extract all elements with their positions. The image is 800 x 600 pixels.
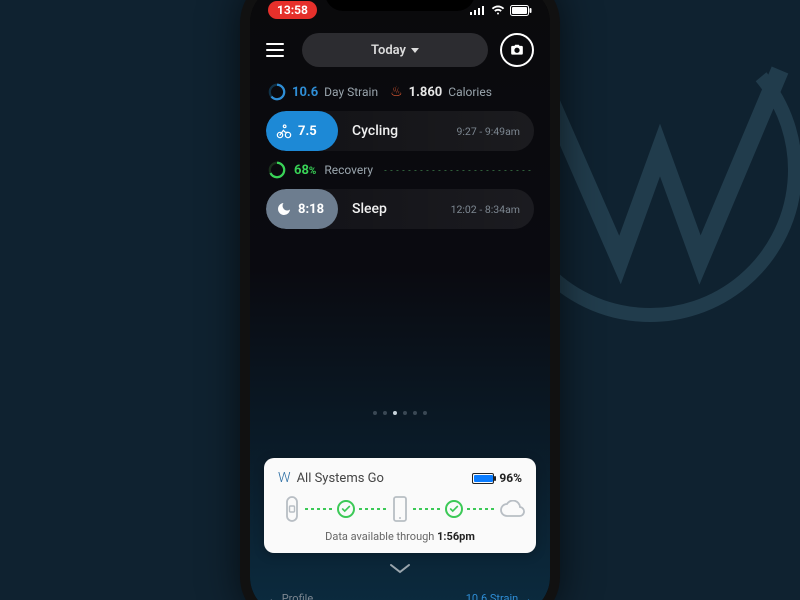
chevron-down-icon	[389, 563, 411, 575]
strain-ring-icon	[268, 83, 286, 101]
strain-value: 10.6	[292, 85, 318, 100]
recovery-divider	[381, 170, 534, 171]
battery-icon	[510, 5, 532, 16]
menu-button[interactable]	[266, 38, 290, 62]
activity-card-cycling[interactable]: 7.5 Cycling 9:27 - 9:49am	[266, 111, 534, 151]
activity-time: 9:27 - 9:49am	[456, 125, 520, 138]
hamburger-icon	[266, 43, 284, 45]
recovery-label: Recovery	[324, 163, 373, 177]
brand-mark-small: W	[278, 470, 289, 486]
page-indicator	[373, 411, 427, 415]
strain-label: Day Strain	[324, 85, 378, 99]
camera-button[interactable]	[500, 33, 534, 67]
chevron-down-icon	[411, 48, 419, 53]
bottom-nav: ← Profile 10.6 Strain →	[250, 592, 550, 600]
strain-metric[interactable]: 10.6 Day Strain	[268, 83, 378, 101]
calories-value: 1.860	[409, 85, 443, 100]
sleep-badge: 8:18	[266, 189, 338, 229]
status-icons	[470, 5, 532, 16]
activity-score: 7.5	[298, 124, 317, 139]
phone-device-icon	[391, 496, 409, 522]
collapse-button[interactable]	[389, 563, 411, 575]
device-frame: 13:58 Today	[240, 0, 560, 600]
recording-time-pill: 13:58	[268, 1, 317, 19]
recovery-row[interactable]: 68% Recovery	[268, 161, 534, 179]
day-metrics: 10.6 Day Strain ♨ 1.860 Calories	[268, 83, 534, 101]
recovery-percent-suffix: %	[309, 166, 316, 177]
battery-percent: 96%	[499, 471, 522, 485]
sleep-card[interactable]: 8:18 Sleep 12:02 - 8:34am	[266, 189, 534, 229]
battery-icon	[472, 473, 494, 484]
nav-right[interactable]: 10.6 Strain →	[466, 592, 532, 600]
check-icon	[337, 500, 355, 518]
app-screen: 13:58 Today	[250, 0, 550, 600]
cycling-icon	[276, 123, 292, 139]
nav-left[interactable]: ← Profile	[268, 592, 313, 600]
date-label: Today	[371, 43, 406, 58]
strap-device-icon	[283, 496, 301, 522]
status-title: All Systems Go	[297, 471, 384, 486]
sleep-duration: 8:18	[298, 202, 324, 217]
date-selector[interactable]: Today	[302, 33, 488, 67]
signal-icon	[470, 5, 486, 15]
device-battery: 96%	[472, 471, 522, 485]
check-icon	[445, 500, 463, 518]
cloud-icon	[499, 500, 517, 518]
wifi-icon	[491, 5, 505, 15]
recovery-ring-icon	[268, 161, 286, 179]
camera-icon	[510, 43, 524, 57]
status-time: 1:56pm	[437, 530, 475, 543]
system-status-card[interactable]: W All Systems Go 96%	[264, 458, 536, 553]
moon-icon	[276, 201, 292, 217]
status-bar: 13:58	[250, 0, 550, 25]
calories-label: Calories	[448, 85, 492, 99]
activity-badge: 7.5	[266, 111, 338, 151]
main-content: 10.6 Day Strain ♨ 1.860 Calories 7.5 Cyc…	[250, 79, 550, 600]
sleep-name: Sleep	[352, 201, 451, 217]
calories-metric[interactable]: ♨ 1.860 Calories	[390, 84, 492, 100]
flame-icon: ♨	[390, 84, 403, 100]
recovery-percent: 68	[294, 163, 309, 178]
activity-name: Cycling	[352, 123, 456, 139]
sync-flow	[278, 496, 522, 522]
sleep-time: 12:02 - 8:34am	[451, 203, 520, 216]
status-message: Data available through 1:56pm	[278, 530, 522, 543]
top-nav: Today	[250, 25, 550, 79]
